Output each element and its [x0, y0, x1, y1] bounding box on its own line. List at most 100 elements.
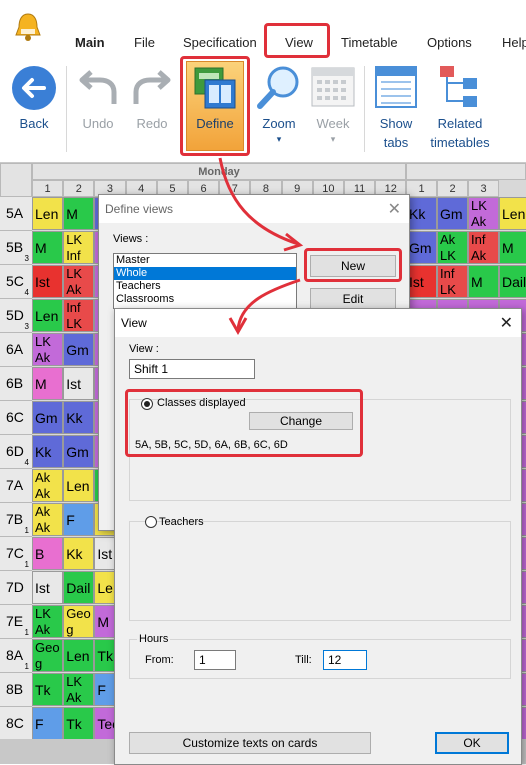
class-row-label[interactable]: 7A	[0, 469, 32, 503]
app-bell-icon[interactable]	[14, 12, 42, 42]
lesson-card[interactable]: Kk	[406, 197, 437, 230]
lesson-card[interactable]: Geo g	[32, 639, 64, 672]
lesson-card[interactable]: LK Ak	[32, 605, 64, 638]
lesson-card[interactable]: Len	[63, 639, 95, 672]
lesson-card[interactable]: LK Ak	[32, 333, 64, 366]
close-icon[interactable]: ✕	[500, 313, 513, 333]
undo-button[interactable]: Undo	[72, 64, 124, 154]
lesson-card[interactable]: Inf LK	[63, 299, 95, 332]
views-list-item-selected[interactable]: Whole	[114, 267, 296, 280]
related-tree-icon	[440, 66, 477, 107]
lesson-card[interactable]: Tk	[63, 707, 95, 740]
from-hour-field[interactable]: 1	[194, 650, 236, 670]
show-tabs-button[interactable]: Show tabs	[370, 64, 422, 154]
class-row-label[interactable]: 5D 3	[0, 299, 32, 333]
views-listbox[interactable]: Master Whole Teachers Classrooms	[113, 253, 297, 309]
lesson-card[interactable]: Dail	[499, 265, 526, 298]
class-row-label[interactable]: 6A	[0, 333, 32, 367]
lesson-card[interactable]: Kk	[63, 537, 95, 570]
tab-timetable[interactable]: Timetable	[341, 35, 398, 50]
lesson-card[interactable]: Gm	[406, 231, 437, 264]
lesson-card[interactable]: Dail	[63, 571, 95, 604]
tab-help[interactable]: Help	[502, 35, 526, 50]
week-button[interactable]: Week ▾	[307, 64, 359, 154]
back-button[interactable]: Back	[8, 64, 60, 154]
lesson-card[interactable]: Kk	[32, 435, 64, 468]
toolbar-separator	[66, 66, 67, 152]
period-header: 2	[63, 180, 95, 197]
views-list-item[interactable]: Master	[114, 254, 296, 267]
views-list-item[interactable]: Teachers	[114, 280, 296, 293]
edit-view-button[interactable]: Edit	[310, 288, 396, 310]
lesson-card[interactable]: LK Ak	[468, 197, 499, 230]
customize-texts-button[interactable]: Customize texts on cards	[129, 732, 371, 754]
show-tabs-label-2: tabs	[383, 135, 409, 150]
lesson-card[interactable]: F	[32, 707, 64, 740]
class-row-label[interactable]: 7D	[0, 571, 32, 605]
class-row-label[interactable]: 6C	[0, 401, 32, 435]
till-hour-field[interactable]: 12	[323, 650, 367, 670]
lesson-card[interactable]: Inf LK	[437, 265, 468, 298]
define-views-titlebar: Define views ✕	[99, 195, 409, 223]
lesson-card[interactable]: Len	[32, 299, 64, 332]
view-name-label: View :	[129, 343, 159, 355]
lesson-card[interactable]: B	[32, 537, 64, 570]
tab-options[interactable]: Options	[427, 35, 472, 50]
lesson-card[interactable]: M	[468, 265, 499, 298]
redo-button[interactable]: Redo	[126, 64, 178, 154]
lesson-card[interactable]: F	[63, 503, 95, 536]
class-row-label[interactable]: 5C 4	[0, 265, 32, 299]
view-name-field[interactable]: Shift 1	[129, 359, 255, 379]
lesson-card[interactable]: M	[32, 231, 64, 264]
related-timetables-button[interactable]: Related timetables	[424, 64, 496, 154]
ribbon-toolbar: Back Undo Redo Define Zoom ▾ Week ▾ Show…	[0, 56, 526, 163]
class-row-label[interactable]: 8A 1	[0, 639, 32, 673]
lesson-card[interactable]: Ist	[32, 265, 64, 298]
class-row-label[interactable]: 8C	[0, 707, 32, 741]
lesson-card[interactable]: Ist	[32, 571, 64, 604]
teachers-radio[interactable]	[145, 516, 157, 528]
lesson-card[interactable]: Ak LK	[437, 231, 468, 264]
close-icon[interactable]: ✕	[388, 199, 401, 219]
lesson-card[interactable]: Kk	[63, 401, 95, 434]
class-row-label[interactable]: 8B	[0, 673, 32, 707]
class-row-label[interactable]: 7C 1	[0, 537, 32, 571]
period-header: 3	[468, 180, 500, 197]
class-row-label[interactable]: 5B 3	[0, 231, 32, 265]
lesson-card[interactable]: Ak Ak	[32, 469, 64, 502]
lesson-card[interactable]: M	[32, 367, 64, 400]
lesson-card[interactable]: Gm	[437, 197, 468, 230]
lesson-card[interactable]: Tk	[32, 673, 64, 706]
class-row-label[interactable]: 7E 1	[0, 605, 32, 639]
class-row-label[interactable]: 7B 1	[0, 503, 32, 537]
zoom-button[interactable]: Zoom ▾	[253, 64, 305, 154]
lesson-card[interactable]: Gm	[63, 435, 95, 468]
lesson-card[interactable]: Ist	[406, 265, 437, 298]
lesson-card[interactable]: Ak Ak	[32, 503, 64, 536]
lesson-card[interactable]: LK Ak	[63, 265, 95, 298]
lesson-card[interactable]: Gm	[63, 333, 95, 366]
lesson-card[interactable]: LK Inf	[63, 231, 95, 264]
lesson-card[interactable]: M	[499, 231, 526, 264]
ok-button[interactable]: OK	[435, 732, 509, 754]
lesson-card[interactable]: Ist	[63, 367, 95, 400]
lesson-card[interactable]: LK Ak	[63, 673, 95, 706]
lesson-card[interactable]: Len	[499, 197, 526, 230]
class-row-label[interactable]: 5A	[0, 197, 32, 231]
lesson-card[interactable]: Len	[63, 469, 95, 502]
lesson-card[interactable]: M	[63, 197, 95, 230]
related-label-2: timetables	[430, 135, 490, 150]
lesson-card[interactable]: Len	[32, 197, 64, 230]
views-list-item[interactable]: Classrooms	[114, 293, 296, 306]
class-row-label[interactable]: 6D 4	[0, 435, 32, 469]
tab-file[interactable]: File	[134, 35, 155, 50]
show-tabs-icon	[375, 66, 417, 108]
lesson-card[interactable]: Geo g	[63, 605, 95, 638]
tab-specification[interactable]: Specification	[183, 35, 257, 50]
tab-main[interactable]: Main	[75, 35, 105, 50]
hours-group	[129, 639, 511, 679]
lesson-card[interactable]: Gm	[32, 401, 64, 434]
show-tabs-label-1: Show	[379, 116, 413, 131]
lesson-card[interactable]: Inf Ak	[468, 231, 499, 264]
class-row-label[interactable]: 6B	[0, 367, 32, 401]
